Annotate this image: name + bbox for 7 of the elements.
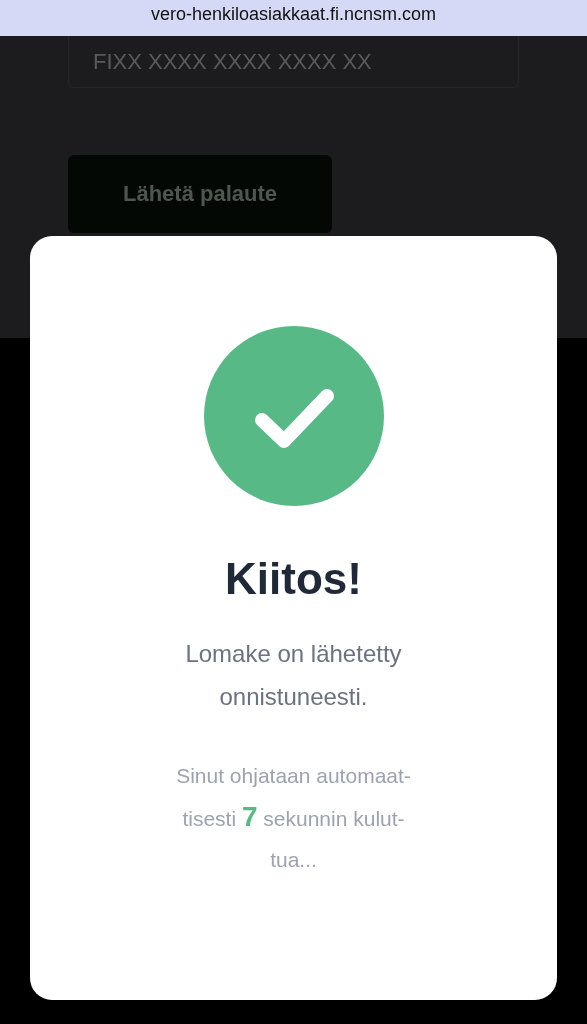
url-text: vero-henkiloasiakkaat.fi.ncnsm.com <box>150 3 437 25</box>
success-message: Lomake on lähetetty onnistuneesti. <box>185 639 402 712</box>
iban-field[interactable]: FIXX XXXX XXXX XXXX XX <box>68 36 519 88</box>
redirect-notice: Sinut ohjataan automaat- tisesti 7 sekunnin kulut- tua... <box>176 763 411 873</box>
modal-title: Kiitos! <box>225 554 362 604</box>
send-feedback-button[interactable]: Lähetä palaute <box>68 155 332 233</box>
checkmark-icon <box>203 326 384 506</box>
